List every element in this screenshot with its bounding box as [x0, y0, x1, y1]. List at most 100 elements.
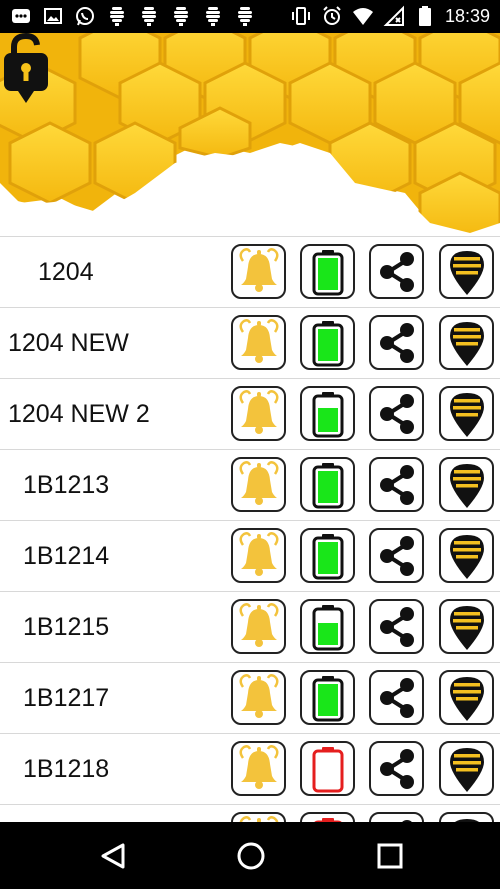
bell-alarm-icon	[239, 389, 278, 434]
beehive-icon	[238, 7, 252, 26]
bell-alarm-icon	[239, 744, 278, 789]
beehive-icon	[206, 7, 220, 26]
honeycomb-background	[0, 33, 500, 236]
navigation-bar	[0, 822, 500, 889]
beehive-icon	[142, 7, 156, 26]
map-pin-icon	[449, 250, 484, 295]
device-name: 1204 NEW	[8, 329, 129, 357]
device-name: 1B1215	[23, 613, 110, 641]
locate-button[interactable]	[439, 315, 494, 370]
alarm-button[interactable]	[231, 670, 286, 725]
no-sim-icon	[383, 5, 404, 26]
honeycomb-header	[0, 33, 500, 236]
device-row[interactable]	[0, 804, 500, 822]
bell-alarm-icon	[239, 673, 278, 718]
device-name: 1B1218	[23, 755, 110, 783]
map-pin-icon	[453, 818, 480, 822]
battery-button[interactable]	[300, 244, 355, 299]
whatsapp-icon	[76, 7, 94, 26]
share-button[interactable]	[369, 528, 424, 583]
notification-icons	[10, 5, 256, 27]
bell-alarm-icon	[239, 318, 278, 363]
map-pin-icon	[449, 605, 484, 650]
device-name: 1204	[38, 258, 94, 286]
alarm-button[interactable]	[231, 457, 286, 512]
share-icon	[401, 819, 412, 822]
alarm-button[interactable]	[231, 244, 286, 299]
share-button[interactable]	[369, 741, 424, 796]
share-icon	[379, 393, 414, 434]
device-list[interactable]: 1204 1204 NEW 1204 NEW 2 1B1213 1B1214 1…	[0, 236, 500, 822]
lock-location-pin-icon[interactable]	[0, 33, 52, 105]
battery-icon	[312, 462, 343, 508]
share-icon	[379, 677, 414, 718]
status-bar: 18:39	[0, 0, 500, 33]
share-button[interactable]	[369, 670, 424, 725]
wifi-icon	[352, 8, 373, 25]
device-row[interactable]: 1B1213	[0, 449, 500, 520]
share-icon	[379, 251, 414, 292]
map-pin-icon	[449, 676, 484, 721]
battery-button[interactable]	[300, 528, 355, 583]
image-icon	[44, 8, 62, 24]
map-pin-icon	[449, 321, 484, 366]
locate-button[interactable]	[439, 599, 494, 654]
beehive-icon	[174, 7, 188, 26]
device-row[interactable]: 1B1217	[0, 662, 500, 733]
device-name: 1B1213	[23, 471, 110, 499]
battery-icon	[418, 6, 431, 26]
battery-button[interactable]	[300, 670, 355, 725]
share-icon	[379, 606, 414, 647]
device-row[interactable]: 1B1214	[0, 520, 500, 591]
locate-button[interactable]	[439, 386, 494, 441]
battery-icon	[312, 533, 343, 579]
battery-button[interactable]	[300, 599, 355, 654]
device-name: 1B1217	[23, 684, 110, 712]
device-row[interactable]: 1204 NEW 2	[0, 378, 500, 449]
locate-button[interactable]	[439, 812, 494, 822]
alarm-button[interactable]	[231, 599, 286, 654]
battery-button[interactable]	[300, 812, 355, 822]
recents-icon[interactable]	[374, 840, 406, 872]
battery-icon	[312, 320, 343, 366]
device-name: 1B1214	[23, 542, 110, 570]
share-button[interactable]	[369, 812, 424, 822]
chat-icon	[12, 9, 30, 23]
alarm-button[interactable]	[231, 386, 286, 441]
share-button[interactable]	[369, 315, 424, 370]
battery-icon	[312, 391, 343, 437]
map-pin-icon	[449, 534, 484, 579]
locate-button[interactable]	[439, 741, 494, 796]
share-icon	[379, 748, 414, 789]
alarm-button[interactable]	[231, 528, 286, 583]
locate-button[interactable]	[439, 244, 494, 299]
locate-button[interactable]	[439, 670, 494, 725]
alarm-button[interactable]	[231, 812, 286, 822]
map-pin-icon	[449, 747, 484, 792]
device-row[interactable]: 1204	[0, 236, 500, 307]
alarm-button[interactable]	[231, 315, 286, 370]
battery-icon	[312, 675, 343, 721]
bell-alarm-icon	[239, 602, 278, 647]
bell-alarm-icon	[239, 247, 278, 292]
locate-button[interactable]	[439, 457, 494, 512]
battery-button[interactable]	[300, 457, 355, 512]
home-icon[interactable]	[235, 840, 267, 872]
device-row[interactable]: 1B1218	[0, 733, 500, 804]
beehive-icon	[110, 7, 124, 26]
device-row[interactable]: 1204 NEW	[0, 307, 500, 378]
battery-button[interactable]	[300, 315, 355, 370]
battery-button[interactable]	[300, 741, 355, 796]
battery-button[interactable]	[300, 386, 355, 441]
map-pin-icon	[449, 463, 484, 508]
share-button[interactable]	[369, 244, 424, 299]
share-button[interactable]	[369, 599, 424, 654]
system-icons: 18:39	[290, 5, 490, 27]
device-row[interactable]: 1B1215	[0, 591, 500, 662]
bell-alarm-icon	[239, 815, 278, 822]
back-icon[interactable]	[97, 840, 129, 872]
share-button[interactable]	[369, 386, 424, 441]
alarm-button[interactable]	[231, 741, 286, 796]
locate-button[interactable]	[439, 528, 494, 583]
share-button[interactable]	[369, 457, 424, 512]
